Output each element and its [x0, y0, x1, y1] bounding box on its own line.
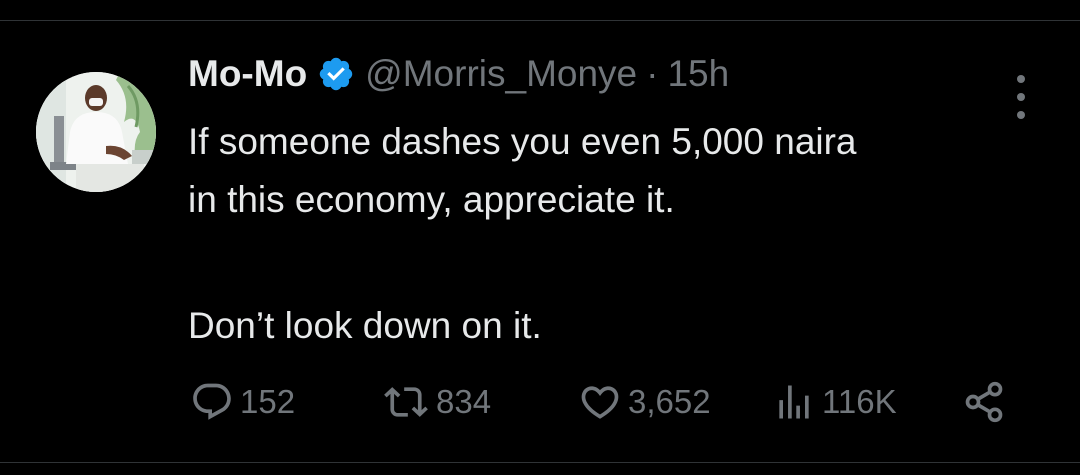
tweet-actions-bar: 152 834 3,652 116K	[190, 380, 1010, 424]
reply-count: 152	[240, 383, 296, 420]
tweet-text-line: Don’t look down on it.	[188, 305, 542, 346]
like-count: 3,652	[628, 383, 711, 420]
views-button[interactable]: 116K	[772, 380, 897, 424]
tweet-header: Mo-Mo @Morris_Monye · 15h	[188, 49, 729, 99]
reply-button[interactable]: 152	[190, 380, 295, 424]
avatar-photo	[36, 72, 156, 192]
display-name[interactable]: Mo-Mo	[188, 49, 307, 99]
heart-icon	[578, 380, 622, 424]
bottom-divider	[0, 462, 1080, 463]
share-icon	[962, 380, 1006, 424]
tweet[interactable]: Mo-Mo @Morris_Monye · 15h If someone das…	[0, 21, 1080, 462]
repost-icon	[382, 380, 430, 424]
like-button[interactable]: 3,652	[578, 380, 711, 424]
more-dot	[1017, 75, 1025, 83]
verified-badge-icon[interactable]	[317, 55, 355, 93]
tweet-timestamp[interactable]: 15h	[667, 49, 729, 99]
more-dot	[1017, 93, 1025, 101]
repost-button[interactable]: 834	[382, 380, 491, 424]
views-icon	[772, 380, 816, 424]
share-button[interactable]	[962, 380, 1012, 424]
author-handle[interactable]: @Morris_Monye	[365, 49, 637, 99]
repost-count: 834	[436, 383, 492, 420]
reply-icon	[190, 380, 234, 424]
views-count: 116K	[822, 383, 897, 420]
tweet-text-line: If someone dashes you even 5,000 naira	[188, 121, 857, 162]
header-separator: ·	[646, 53, 659, 94]
tweet-text-line: in this economy, appreciate it.	[188, 179, 675, 220]
tweet-text: If someone dashes you even 5,000 naira i…	[188, 113, 1048, 355]
avatar[interactable]	[36, 72, 156, 192]
